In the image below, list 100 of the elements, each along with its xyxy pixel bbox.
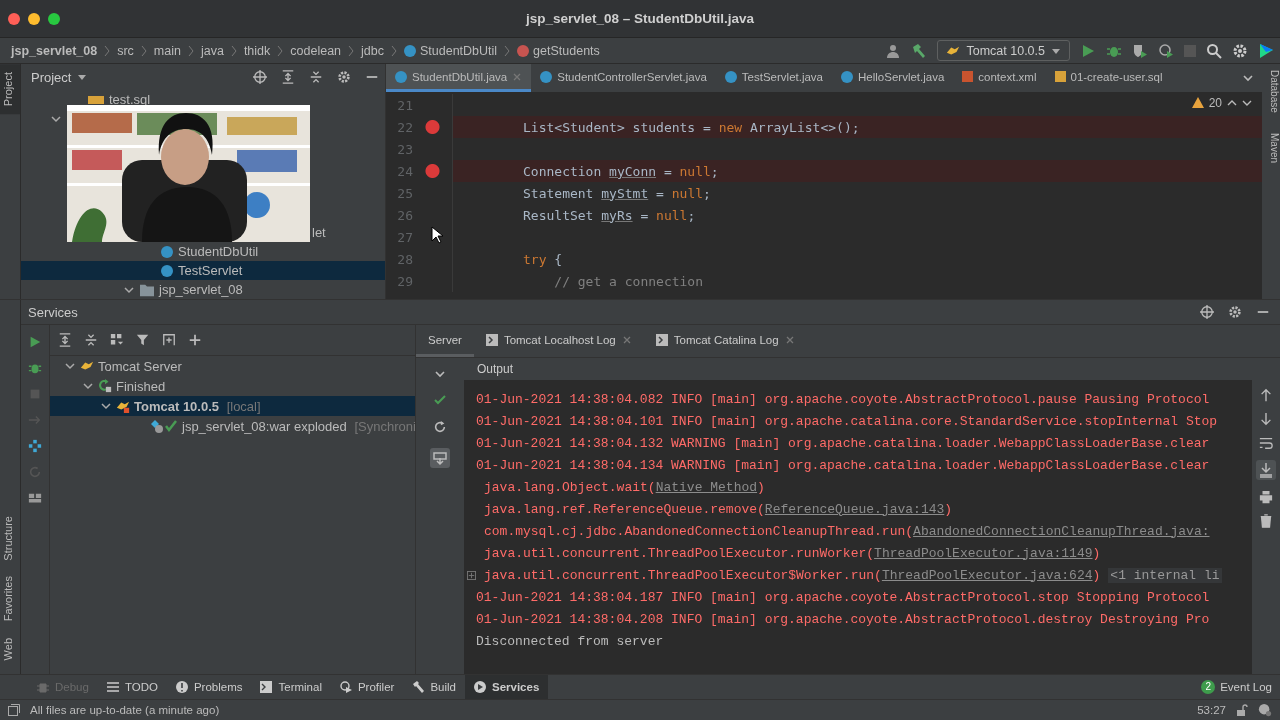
soft-wrap-icon[interactable] — [1259, 436, 1273, 450]
warning-count[interactable]: 20 — [1191, 96, 1252, 110]
filter-icon[interactable] — [136, 333, 150, 347]
chevron-up-icon[interactable] — [1227, 98, 1237, 108]
collapse-all-icon[interactable] — [309, 70, 323, 84]
zoom-window-button[interactable] — [48, 12, 60, 25]
editor-tab[interactable]: HelloServlet.java — [832, 64, 954, 92]
minimize-window-button[interactable] — [28, 12, 40, 25]
chevron-down-icon[interactable] — [434, 368, 446, 380]
breadcrumb[interactable]: jsp_servlet_08 — [11, 43, 98, 58]
close-window-button[interactable] — [8, 12, 20, 25]
chevron-icon[interactable] — [82, 380, 94, 392]
chevron-right-icon — [104, 44, 111, 57]
tool-window-button[interactable]: Problems — [166, 675, 252, 699]
tool-window-tab[interactable]: Project — [0, 64, 20, 115]
tool-window-tab[interactable]: Maven — [1262, 132, 1280, 163]
panel-toggle-icon[interactable] — [8, 704, 20, 716]
tool-window-button[interactable]: Services — [464, 675, 549, 699]
editor-tab[interactable]: 01-create-user.sql — [1045, 64, 1172, 92]
log-line: 01-Jun-2021 14:38:04.082 INFO [main] org.apache.coyote.AbstractProtocol.pause Pausing Protocol — [476, 391, 1210, 407]
trash-icon[interactable] — [1259, 514, 1273, 528]
console-tab[interactable]: Tomcat Catalina Log — [643, 325, 807, 357]
diamond-dots-icon[interactable] — [28, 439, 42, 453]
breadcrumb[interactable]: codelean — [290, 43, 342, 58]
service-tree-row[interactable]: Tomcat 10.0.5 [local] — [50, 396, 415, 416]
tool-window-tab[interactable]: Favorites — [0, 568, 20, 630]
caret-position[interactable]: 53:27 — [1197, 704, 1226, 716]
locate-icon[interactable] — [1200, 305, 1214, 319]
add-service-icon[interactable] — [162, 333, 176, 347]
user-icon[interactable] — [885, 42, 902, 59]
run-icon[interactable] — [28, 335, 42, 349]
breadcrumb[interactable]: main — [153, 43, 181, 58]
console-tab[interactable]: Tomcat Localhost Log — [473, 325, 644, 357]
arrow-down-icon[interactable] — [1259, 412, 1273, 426]
exclamation-icon — [175, 681, 188, 693]
group-icon[interactable] — [110, 333, 124, 347]
service-tree-row[interactable]: Finished — [50, 376, 415, 396]
service-tree-row[interactable]: jsp_servlet_08:war exploded [Synchroni — [50, 416, 415, 436]
tool-window-button[interactable]: TODO — [97, 675, 167, 699]
breadcrumb[interactable]: src — [117, 43, 134, 58]
refresh-icon[interactable] — [433, 420, 447, 434]
close-icon[interactable] — [621, 334, 632, 345]
scroll-to-end-button[interactable] — [1256, 460, 1276, 480]
settings-icon[interactable] — [337, 70, 351, 84]
chevron-down-icon[interactable] — [1242, 98, 1252, 108]
tool-window-tab[interactable]: Structure — [0, 507, 20, 569]
add-icon[interactable] — [188, 333, 202, 347]
chevron-icon[interactable] — [64, 360, 76, 372]
layout-icon[interactable] — [28, 491, 42, 505]
tool-window-button[interactable]: Terminal — [251, 675, 331, 699]
line-number: 23 — [396, 141, 413, 157]
service-tree-row[interactable]: Tomcat Server — [50, 356, 415, 376]
print-icon[interactable] — [1259, 490, 1273, 504]
editor-tab[interactable]: TestServlet.java — [715, 64, 833, 92]
shield-run-icon[interactable] — [1132, 42, 1148, 59]
chevron-icon[interactable] — [100, 400, 112, 412]
run-configuration-dropdown[interactable]: Tomcat 10.0.5 — [937, 40, 1070, 61]
search-icon[interactable] — [1206, 42, 1222, 59]
profiler-icon[interactable] — [1158, 42, 1174, 59]
breadcrumb[interactable]: java — [200, 43, 224, 58]
app-logo-icon[interactable] — [1258, 42, 1274, 59]
expand-all-icon[interactable] — [281, 70, 295, 84]
settings-icon[interactable] — [1232, 42, 1248, 59]
editor-tab[interactable]: StudentDbUtil.java — [386, 64, 532, 92]
project-tree-row[interactable]: test.sql — [21, 90, 385, 109]
breadcrumb[interactable]: thidk — [243, 43, 271, 58]
arrow-up-icon[interactable] — [1259, 388, 1273, 402]
editor-tab[interactable]: StudentControllerServlet.java — [531, 64, 716, 92]
expand-icon[interactable] — [467, 570, 476, 580]
hammer-icon — [412, 681, 425, 693]
project-tree-row[interactable]: let — [312, 223, 385, 242]
breadcrumb[interactable]: getStudents — [517, 43, 600, 58]
unlock-icon[interactable] — [1236, 704, 1248, 716]
tool-window-tab[interactable]: Web — [0, 629, 20, 668]
locate-icon[interactable] — [253, 70, 267, 84]
project-tree-row[interactable]: StudentDbUtil — [21, 242, 385, 261]
chevron-down-icon[interactable] — [1242, 72, 1254, 84]
class-icon — [161, 245, 173, 258]
event-log-button[interactable]: 2 Event Log — [1201, 680, 1272, 694]
tool-window-tab[interactable]: Database — [1262, 70, 1280, 113]
tool-window-button[interactable]: Profiler — [330, 675, 404, 699]
collapse-all-icon[interactable] — [84, 333, 98, 347]
line-number: 24 — [396, 163, 413, 179]
hammer-icon[interactable] — [911, 42, 928, 59]
run-icon[interactable] — [1080, 42, 1096, 59]
close-icon[interactable] — [784, 334, 795, 345]
project-tree-row[interactable]: TestServlet — [21, 261, 385, 280]
breadcrumb[interactable]: StudentDbUtil — [404, 43, 498, 58]
editor-tab[interactable]: context.xml — [953, 64, 1046, 92]
breadcrumb[interactable]: jdbc — [361, 43, 384, 58]
inspector-icon[interactable] — [1258, 703, 1272, 717]
project-view-dropdown[interactable]: Project — [31, 69, 88, 85]
restart-icon — [98, 379, 112, 393]
log-line: java.lang.Object.wait(Native Method) — [484, 479, 765, 495]
tool-window-button[interactable]: Build — [403, 675, 465, 699]
deploy-button[interactable] — [430, 448, 450, 468]
expand-all-icon[interactable] — [58, 333, 72, 347]
log-line: java.lang.ref.ReferenceQueue.remove(ReferenceQueue.java:143) — [484, 501, 953, 517]
settings-icon[interactable] — [1228, 305, 1242, 319]
project-tree-row[interactable]: jsp_servlet_08 — [21, 280, 385, 299]
